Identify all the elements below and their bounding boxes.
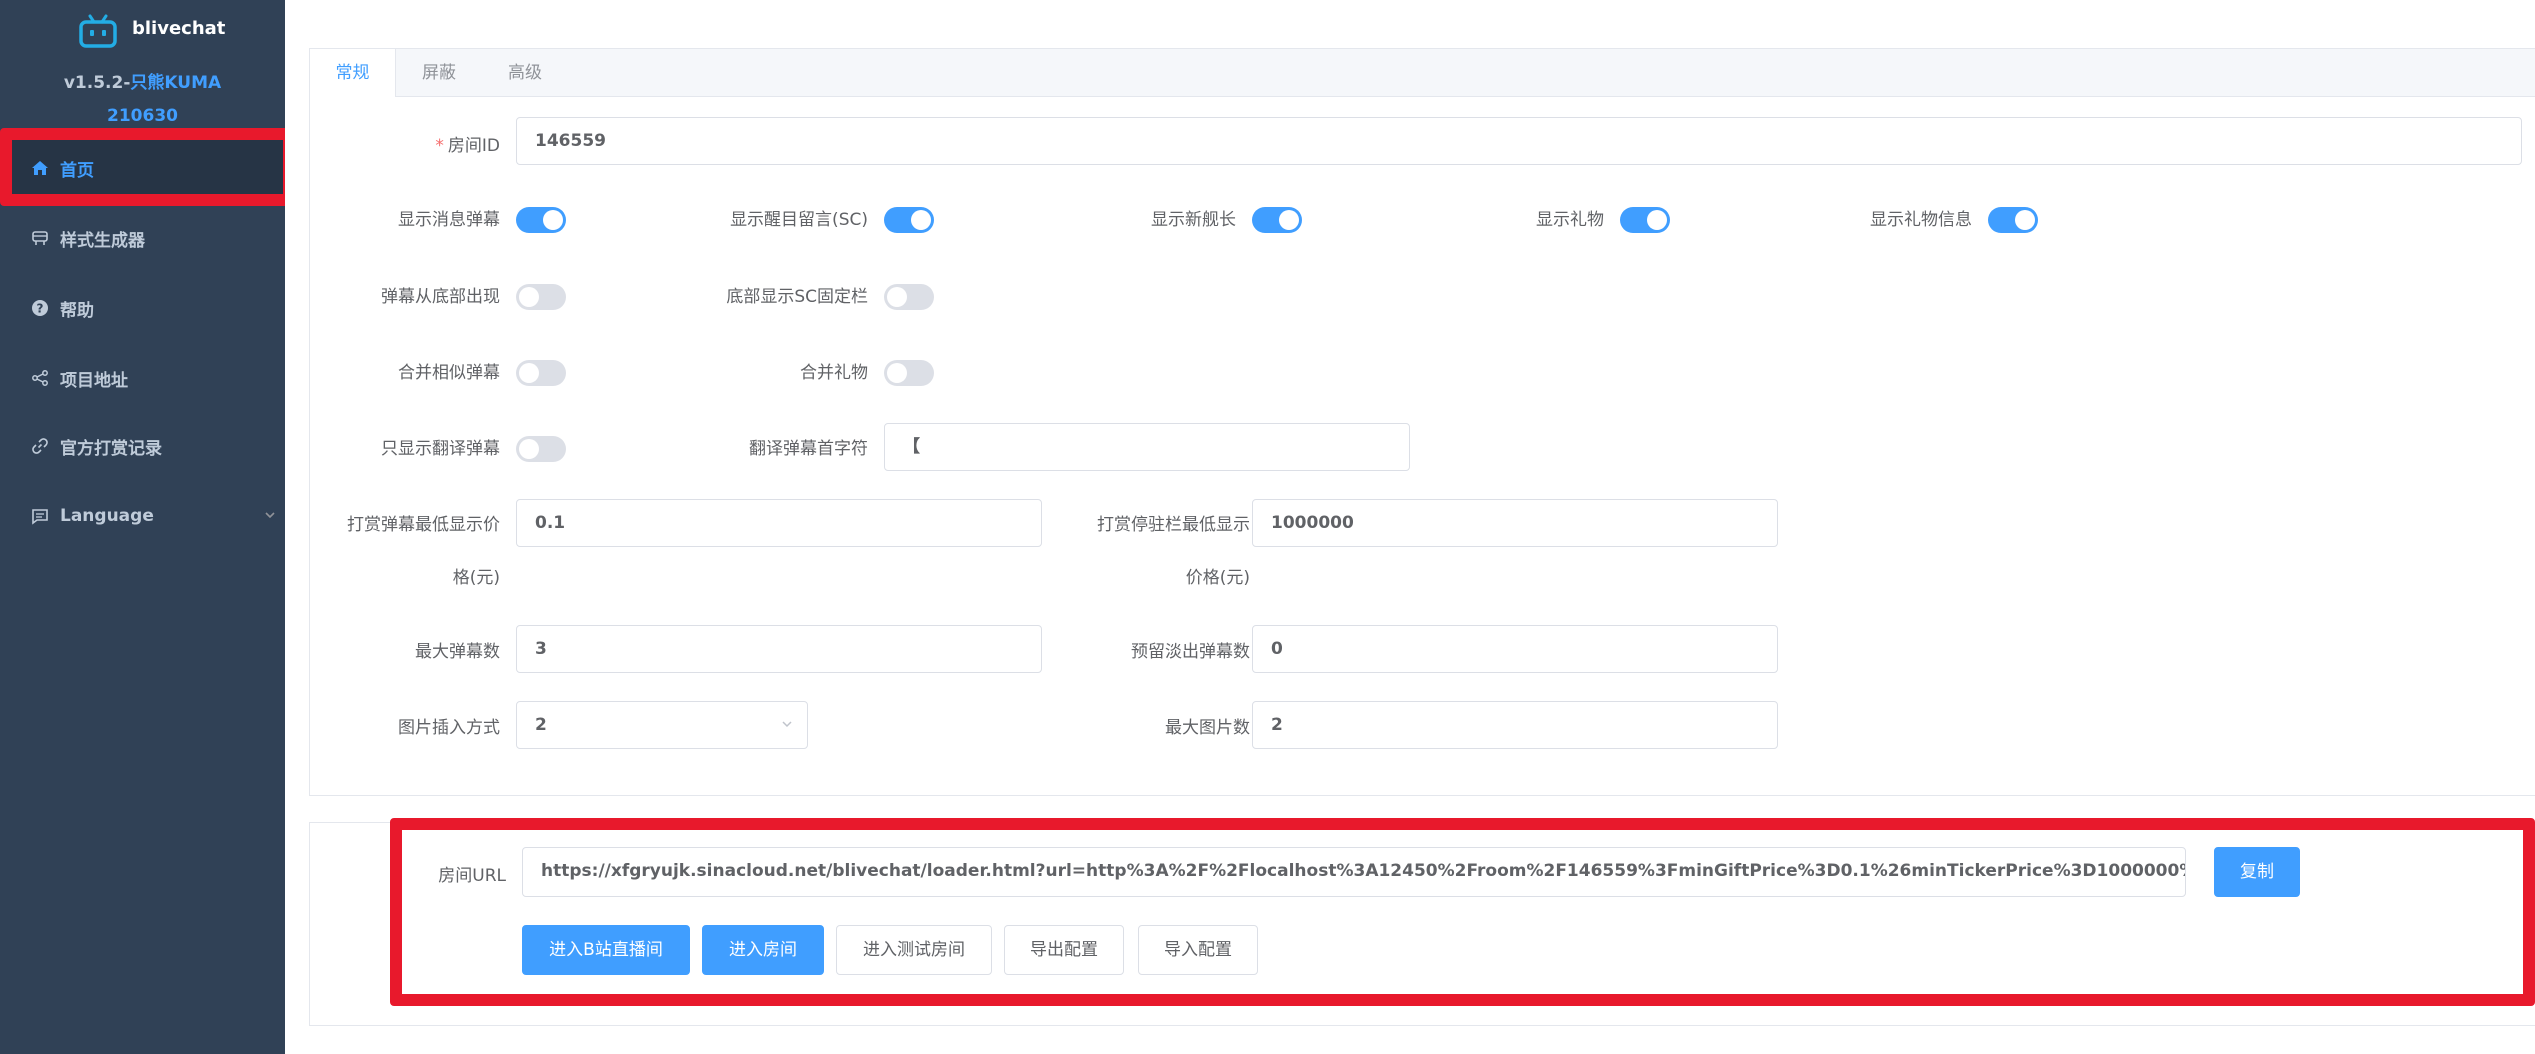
show-new-member-switch[interactable]: [1252, 207, 1302, 233]
home-icon: [30, 158, 50, 178]
tab-block[interactable]: 屏蔽: [396, 49, 482, 97]
import-config-button[interactable]: 导入配置: [1138, 925, 1258, 975]
fade-reserve-input[interactable]: 0: [1252, 625, 1778, 673]
merge-similar-label: 合并相似弹幕: [398, 363, 500, 383]
share-icon: [30, 368, 50, 388]
show-gift-info-switch[interactable]: [1988, 207, 2038, 233]
merge-similar-switch[interactable]: [516, 360, 566, 386]
bilibili-tv-icon: [79, 14, 117, 48]
sidebar-item-style-generator[interactable]: 样式生成器: [0, 208, 285, 268]
tab-general[interactable]: 常规: [310, 49, 396, 97]
fade-reserve-label: 预留淡出弹幕数: [1131, 642, 1250, 662]
show-gift-switch[interactable]: [1620, 207, 1670, 233]
danmaku-bottom-switch[interactable]: [516, 284, 566, 310]
build-number: 210630: [107, 106, 178, 126]
enter-bilibili-room-button[interactable]: 进入B站直播间: [522, 925, 690, 975]
show-gift-info-label: 显示礼物信息: [1870, 210, 1972, 230]
palette-icon: [30, 228, 50, 248]
sidebar-item-label: 首页: [60, 160, 94, 181]
chevron-down-icon: [782, 721, 792, 728]
sidebar-item-home[interactable]: 首页: [0, 138, 285, 198]
sc-ticker-switch[interactable]: [884, 284, 934, 310]
logo: blivechat: [0, 10, 285, 50]
svg-text:?: ?: [37, 302, 44, 316]
translate-only-switch[interactable]: [516, 436, 566, 462]
help-icon: ?: [30, 298, 50, 318]
app-name: blivechat: [132, 18, 226, 39]
show-gift-label: 显示礼物: [1536, 210, 1604, 230]
image-mode-label: 图片插入方式: [398, 718, 500, 738]
image-mode-select[interactable]: 2: [516, 701, 808, 749]
tab-advanced[interactable]: 高级: [482, 49, 568, 97]
min-gift-price-label-line1: 打赏弹幕最低显示价: [347, 515, 500, 535]
sidebar-item-label: 帮助: [60, 300, 94, 321]
room-url-card: 房间URL https://xfgryujk.sinacloud.net/bli…: [309, 822, 2535, 1026]
min-ticker-price-input[interactable]: 1000000: [1252, 499, 1778, 547]
sidebar-item-project[interactable]: 项目地址: [0, 348, 285, 408]
enter-test-room-button[interactable]: 进入测试房间: [836, 925, 992, 975]
max-images-label: 最大图片数: [1165, 718, 1250, 738]
room-url-label: 房间URL: [438, 866, 506, 886]
room-url-input[interactable]: https://xfgryujk.sinacloud.net/blivechat…: [522, 847, 2186, 897]
sidebar-item-label: 官方打赏记录: [60, 438, 162, 459]
chat-icon: [30, 506, 50, 526]
min-gift-price-label-line2: 格(元): [452, 568, 500, 588]
show-danmaku-label: 显示消息弹幕: [398, 210, 500, 230]
export-config-button[interactable]: 导出配置: [1004, 925, 1124, 975]
translate-prefix-input[interactable]: 【: [884, 423, 1410, 471]
sidebar-item-label: 样式生成器: [60, 230, 145, 251]
merge-gift-label: 合并礼物: [800, 363, 868, 383]
show-superchat-switch[interactable]: [884, 207, 934, 233]
min-gift-price-input[interactable]: 0.1: [516, 499, 1042, 547]
show-superchat-label: 显示醒目留言(SC): [730, 210, 868, 230]
sidebar-item-language[interactable]: Language: [0, 486, 285, 546]
enter-room-button[interactable]: 进入房间: [702, 925, 824, 975]
translate-prefix-label: 翻译弹幕首字符: [749, 439, 868, 459]
sidebar-item-label: Language: [60, 506, 154, 526]
max-danmaku-input[interactable]: 3: [516, 625, 1042, 673]
sidebar-item-label: 项目地址: [60, 370, 128, 391]
sidebar-item-official-records[interactable]: 官方打赏记录: [0, 416, 285, 476]
danmaku-bottom-label: 弹幕从底部出现: [381, 287, 500, 307]
show-new-member-label: 显示新舰长: [1151, 210, 1236, 230]
sidebar: blivechat v1.5.2-只熊KUMA 210630 首页 样式生成器 …: [0, 0, 285, 1054]
max-danmaku-label: 最大弹幕数: [415, 642, 500, 662]
version-author-link[interactable]: 只熊KUMA: [130, 73, 221, 93]
main-content: 常规 屏蔽 高级 * 房间ID 146559 显示消息弹幕 显示醒目留言(SC) …: [285, 0, 2535, 1054]
required-mark: *: [435, 136, 444, 156]
translate-only-label: 只显示翻译弹幕: [381, 439, 500, 459]
chevron-down-icon: [265, 512, 275, 519]
show-danmaku-switch[interactable]: [516, 207, 566, 233]
merge-gift-switch[interactable]: [884, 360, 934, 386]
min-ticker-price-label-line1: 打赏停驻栏最低显示: [1097, 515, 1250, 535]
room-id-label: * 房间ID: [435, 136, 500, 156]
room-id-input[interactable]: 146559: [516, 117, 2522, 165]
settings-tabs: 常规 屏蔽 高级: [310, 49, 2535, 97]
link-icon: [30, 436, 50, 456]
sc-ticker-label: 底部显示SC固定栏: [726, 287, 868, 307]
version-text: v1.5.2-只熊KUMA: [63, 73, 222, 93]
sidebar-item-help[interactable]: ? 帮助: [0, 278, 285, 338]
copy-button[interactable]: 复制: [2214, 847, 2300, 897]
image-mode-value: 2: [535, 715, 547, 735]
settings-card: 常规 屏蔽 高级 * 房间ID 146559 显示消息弹幕 显示醒目留言(SC) …: [309, 48, 2535, 796]
min-ticker-price-label-line2: 价格(元): [1185, 568, 1250, 588]
max-images-input[interactable]: 2: [1252, 701, 1778, 749]
